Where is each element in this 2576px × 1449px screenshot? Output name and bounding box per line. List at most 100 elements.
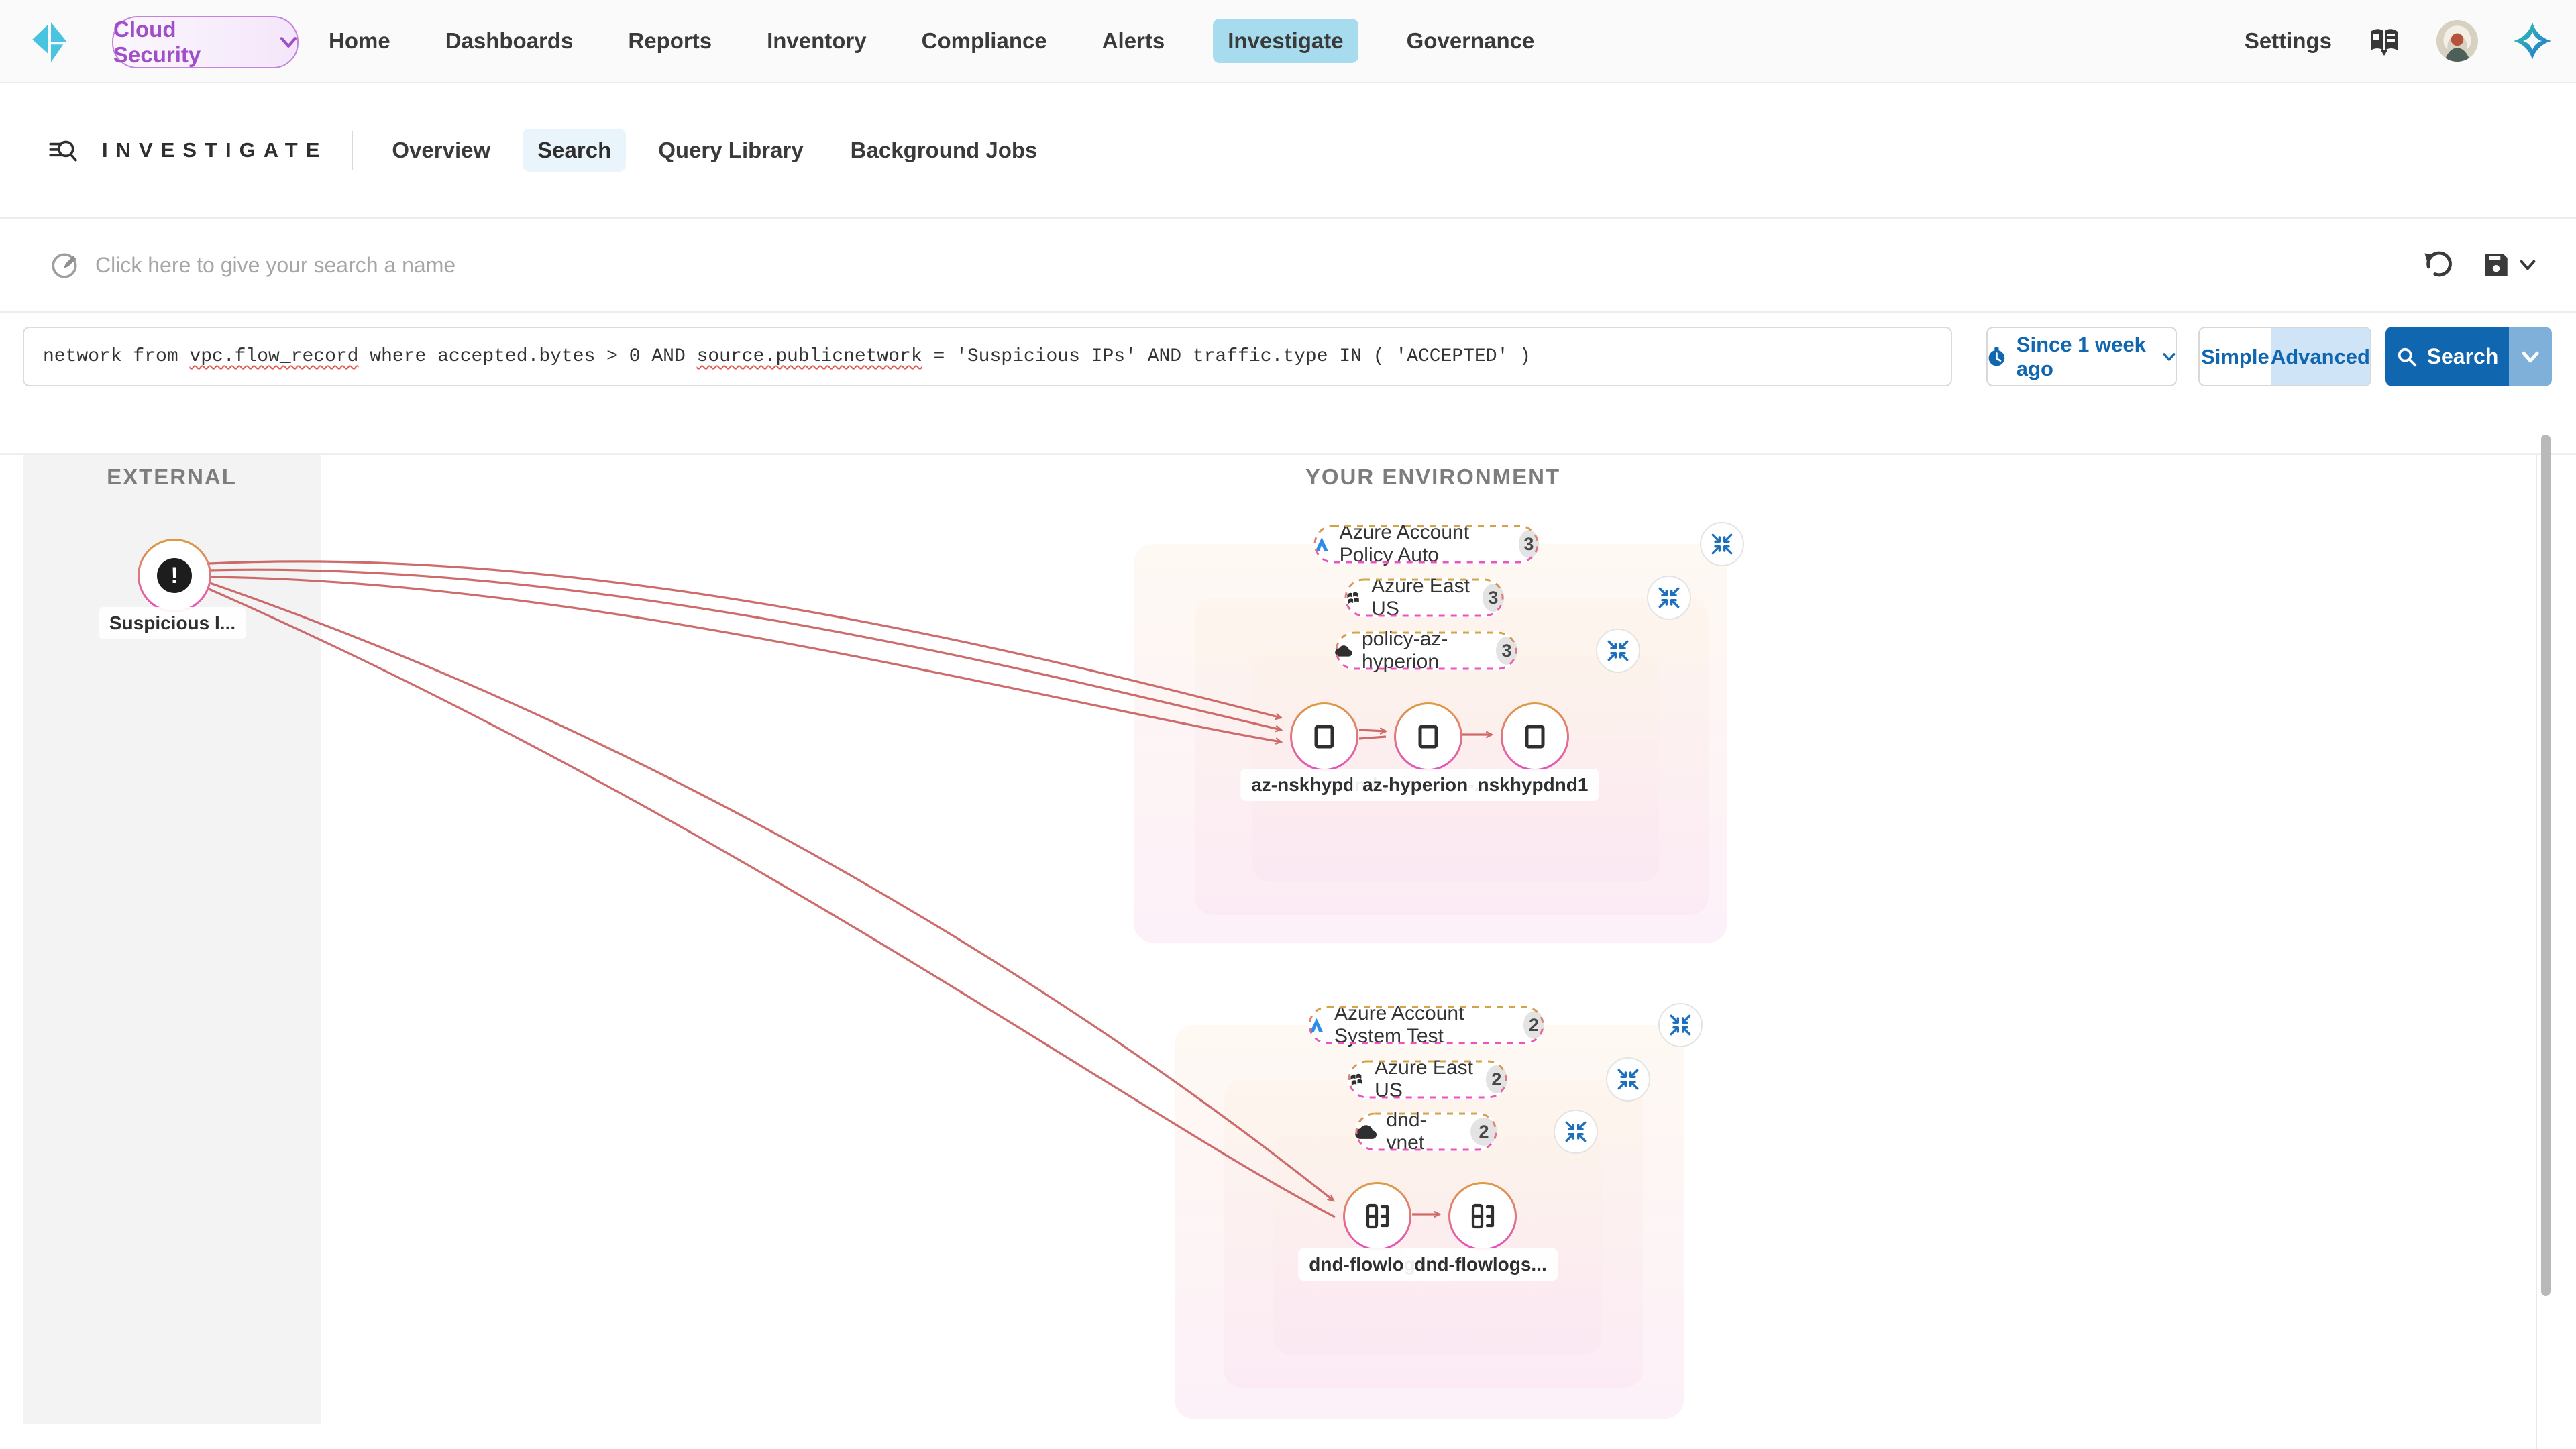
time-range-button[interactable]: Since 1 week ago xyxy=(1986,327,2177,386)
user-avatar[interactable] xyxy=(2436,20,2478,62)
node-vm[interactable] xyxy=(1394,702,1462,771)
count-badge: 3 xyxy=(1519,530,1539,558)
tab-search[interactable]: Search xyxy=(523,129,626,172)
search-name-field[interactable]: Click here to give your search a name xyxy=(50,219,455,311)
group1-account-pill[interactable]: Azure Account Policy Auto 3 xyxy=(1313,525,1539,564)
group-label: dnd-vnet xyxy=(1386,1109,1460,1155)
collapse-icon[interactable] xyxy=(1596,629,1640,673)
clock-icon xyxy=(1988,345,2006,369)
query-input[interactable]: network from vpc.flow_record where accep… xyxy=(23,327,1952,386)
cloud-icon xyxy=(1355,1122,1377,1142)
vm-icon xyxy=(1413,722,1443,751)
query-mode-toggle: Simple Advanced xyxy=(2198,327,2371,386)
nav-item-investigate[interactable]: Investigate xyxy=(1213,19,1358,63)
module-switcher[interactable]: Cloud Security xyxy=(112,16,299,68)
group-label: Azure East US xyxy=(1375,1057,1476,1102)
nav-item-inventory[interactable]: Inventory xyxy=(760,19,873,63)
nav-item-home[interactable]: Home xyxy=(322,19,397,63)
azure-icon xyxy=(1308,1014,1325,1036)
group1-vnet-pill[interactable]: policy-az-hyperion 3 xyxy=(1335,631,1517,670)
chevron-down-icon xyxy=(280,36,297,48)
nav-item-alerts[interactable]: Alerts xyxy=(1095,19,1172,63)
docs-book-icon[interactable] xyxy=(2367,24,2402,58)
graph-top-border xyxy=(0,453,2576,455)
mode-simple[interactable]: Simple xyxy=(2200,328,2271,385)
collapse-icon[interactable] xyxy=(1658,1003,1703,1047)
cloud-icon xyxy=(1335,641,1352,661)
alert-exclamation-icon: ! xyxy=(157,558,192,593)
investigate-bar: INVESTIGATE Overview Search Query Librar… xyxy=(47,83,1052,217)
panel-right-edge xyxy=(2536,455,2537,1449)
count-badge: 2 xyxy=(1486,1065,1507,1093)
vm-icon xyxy=(1309,722,1339,751)
nav-right-cluster: Settings xyxy=(2245,0,2552,82)
group-label: Azure Account Policy Auto xyxy=(1340,521,1509,567)
edit-pencil-icon xyxy=(50,250,80,280)
name-row-actions xyxy=(2422,219,2536,311)
node-label: Suspicious I... xyxy=(99,607,246,639)
external-title: EXTERNAL xyxy=(107,464,237,490)
count-badge: 3 xyxy=(1483,584,1504,612)
group2-region-pill[interactable]: Azure East US 2 xyxy=(1348,1060,1507,1099)
undo-icon[interactable] xyxy=(2422,249,2454,281)
node-label: dnd-flowlogs... xyxy=(1403,1248,1558,1281)
section-title: INVESTIGATE xyxy=(102,138,327,162)
search-options-caret[interactable] xyxy=(2509,327,2552,386)
nav-item-compliance[interactable]: Compliance xyxy=(915,19,1054,63)
chevron-down-icon xyxy=(2522,351,2539,363)
node-flowlogs[interactable] xyxy=(1448,1182,1517,1250)
search-button[interactable]: Search xyxy=(2385,327,2509,386)
vertical-scrollbar[interactable] xyxy=(2541,435,2551,1296)
save-menu[interactable] xyxy=(2481,250,2536,280)
group2-account-pill[interactable]: Azure Account System Test 2 xyxy=(1308,1006,1544,1044)
top-nav-items: Home Dashboards Reports Inventory Compli… xyxy=(322,0,1541,82)
environment-title: YOUR ENVIRONMENT xyxy=(1305,464,1560,490)
node-label: nskhypdnd1 xyxy=(1467,769,1599,801)
logo-shape xyxy=(32,24,48,54)
nav-item-dashboards[interactable]: Dashboards xyxy=(439,19,580,63)
collapse-icon[interactable] xyxy=(1700,522,1744,566)
list-search-icon xyxy=(47,135,78,166)
chevron-down-icon xyxy=(2520,260,2536,270)
search-name-placeholder: Click here to give your search a name xyxy=(95,253,455,278)
query-text: = 'Suspicious IPs' AND traffic.type IN (… xyxy=(922,346,1531,367)
vm-icon xyxy=(1520,722,1550,751)
query-text-flagged: source.publicnetwork xyxy=(697,346,922,367)
region-icon xyxy=(1348,1068,1365,1091)
count-badge: 2 xyxy=(1523,1011,1544,1039)
query-text-flagged: vpc.flow_record xyxy=(189,346,358,367)
tab-background-jobs[interactable]: Background Jobs xyxy=(836,129,1053,172)
group2-vnet-pill[interactable]: dnd-vnet 2 xyxy=(1355,1112,1497,1151)
collapse-icon[interactable] xyxy=(1606,1057,1650,1102)
node-vm[interactable] xyxy=(1290,702,1358,771)
product-spark-logo[interactable] xyxy=(2513,21,2552,60)
count-badge: 2 xyxy=(1470,1118,1497,1146)
count-badge: 3 xyxy=(1496,637,1517,665)
group-label: Azure East US xyxy=(1371,575,1472,621)
flowlogs-icon xyxy=(1467,1201,1498,1232)
settings-link[interactable]: Settings xyxy=(2245,28,2332,54)
app-logo[interactable] xyxy=(30,17,72,66)
collapse-icon[interactable] xyxy=(1647,576,1691,620)
mode-advanced[interactable]: Advanced xyxy=(2271,328,2370,385)
region-icon xyxy=(1344,586,1362,609)
search-split-button: Search xyxy=(2385,327,2552,386)
nav-item-governance[interactable]: Governance xyxy=(1400,19,1542,63)
collapse-icon[interactable] xyxy=(1554,1110,1598,1154)
save-icon xyxy=(2481,250,2512,280)
flowlogs-icon xyxy=(1362,1201,1393,1232)
nav-item-reports[interactable]: Reports xyxy=(621,19,718,63)
query-text: where accepted.bytes > 0 AND xyxy=(358,346,696,367)
node-flowlogs[interactable] xyxy=(1343,1182,1411,1250)
node-suspicious-ips[interactable]: ! xyxy=(138,539,211,612)
tab-overview[interactable]: Overview xyxy=(377,129,505,172)
node-vm[interactable] xyxy=(1501,702,1569,771)
tab-query-library[interactable]: Query Library xyxy=(643,129,818,172)
group-label: policy-az-hyperion xyxy=(1362,628,1487,674)
module-switcher-label: Cloud Security xyxy=(113,17,269,68)
group-label: Azure Account System Test xyxy=(1334,1002,1514,1048)
chevron-down-icon xyxy=(2163,352,2176,362)
investigate-tabs: Overview Search Query Library Background… xyxy=(377,129,1052,172)
group1-region-pill[interactable]: Azure East US 3 xyxy=(1344,578,1504,617)
divider xyxy=(352,131,353,170)
